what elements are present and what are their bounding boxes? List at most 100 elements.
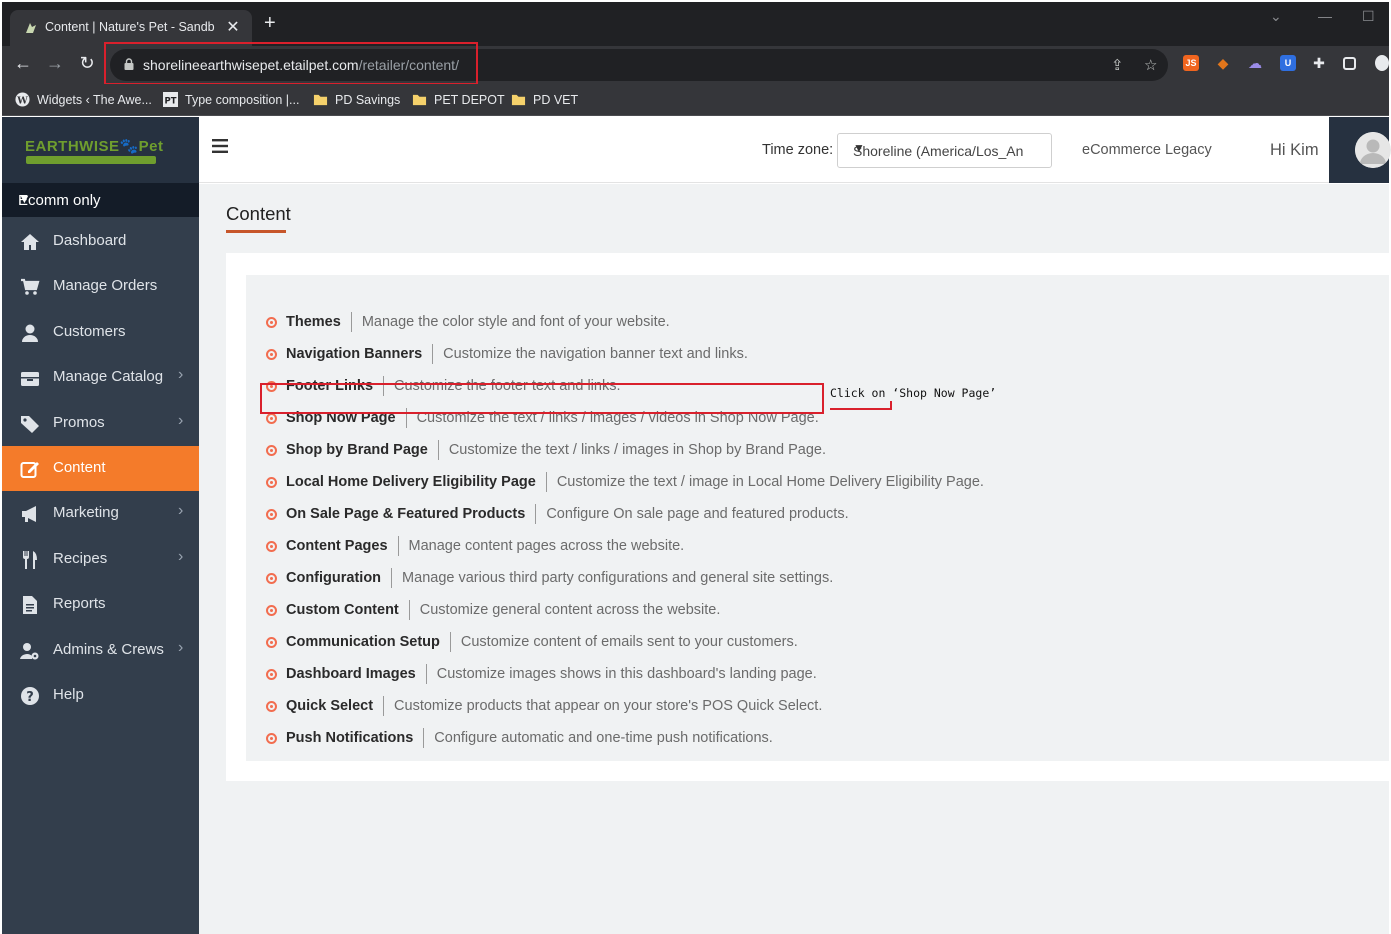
content-item-name[interactable]: On Sale Page & Featured Products (286, 506, 525, 522)
content-item-push-notifications[interactable]: Push Notifications Configure automatic an… (266, 727, 773, 749)
content-item-name[interactable]: Dashboard Images (286, 666, 416, 682)
new-tab-button[interactable]: + (264, 12, 276, 35)
content-item-configuration[interactable]: Configuration Manage various third party … (266, 567, 833, 589)
separator (383, 696, 385, 716)
hamburger-menu-icon[interactable] (212, 139, 228, 153)
sidebar-item-content[interactable]: Content (2, 445, 199, 492)
maximize-icon[interactable]: ☐ (1362, 8, 1375, 25)
folder-icon (511, 94, 526, 106)
logo[interactable]: EARTHWISE🐾Pet (2, 117, 199, 183)
content-item-desc: Customize general content across the web… (419, 602, 721, 618)
reload-icon[interactable]: ↻ (76, 53, 98, 74)
bullet-icon (266, 700, 277, 712)
sidebar-item-label: Recipes (53, 549, 108, 567)
store-selector[interactable]: Ecomm only ▼ (2, 183, 199, 217)
url-highlight-box (104, 42, 478, 85)
tab-search-chevron-icon[interactable]: ⌄ (1270, 8, 1282, 25)
content-item-name[interactable]: Configuration (286, 570, 381, 586)
content-item-themes[interactable]: Themes Manage the color style and font of… (266, 311, 670, 333)
shield-extension-icon[interactable]: U (1280, 55, 1296, 71)
content-item-navigation-banners[interactable]: Navigation Banners Customize the navigati… (266, 343, 748, 365)
browser-tab[interactable]: Content | Nature's Pet - Sandbo: ✕ (10, 10, 252, 46)
timezone-label: Time zone: (762, 142, 834, 158)
content-item-shop-by-brand-page[interactable]: Shop by Brand Page Customize the text / l… (266, 439, 826, 461)
sidebar-item-manage-orders[interactable]: Manage Orders (2, 264, 199, 309)
bookmark-item[interactable]: PET DEPOT (412, 92, 505, 107)
avatar[interactable] (1355, 132, 1391, 168)
content-item-local-home-delivery[interactable]: Local Home Delivery Eligibility Page Cust… (266, 471, 984, 493)
tab-close-icon[interactable]: ✕ (224, 17, 242, 37)
svg-text:PT: PT (165, 95, 177, 105)
bookmark-item[interactable]: PD VET (511, 92, 578, 107)
bookmark-item[interactable]: PT Type composition |... (163, 92, 299, 107)
bullet-icon (266, 444, 277, 456)
user-icon (22, 324, 38, 342)
content-item-quick-select[interactable]: Quick Select Customize products that appe… (266, 695, 822, 717)
side-panel-icon[interactable] (1343, 57, 1356, 70)
separator (425, 664, 427, 684)
content-item-name[interactable]: Push Notifications (286, 730, 413, 746)
js-extension-icon[interactable]: JS (1183, 55, 1199, 71)
sidebar-item-promos[interactable]: Promos › (2, 401, 199, 446)
user-menu[interactable] (1329, 117, 1391, 183)
content-item-dashboard-images[interactable]: Dashboard Images Customize images shows i… (266, 663, 817, 685)
sidebar-item-help[interactable]: ? Help (2, 673, 199, 718)
back-icon[interactable]: ← (12, 53, 34, 74)
content-item-name[interactable]: Communication Setup (286, 634, 440, 650)
chevron-down-icon: ▼ (853, 141, 865, 155)
content-item-name[interactable]: Shop by Brand Page (286, 442, 428, 458)
content-item-name[interactable]: Custom Content (286, 602, 399, 618)
sidebar-item-admins-crews[interactable]: Admins & Crews › (2, 628, 199, 673)
content-item-on-sale-page[interactable]: On Sale Page & Featured Products Configur… (266, 503, 849, 525)
separator (423, 728, 425, 748)
ecommerce-legacy-link[interactable]: eCommerce Legacy (1082, 142, 1212, 158)
separator (449, 632, 451, 652)
cloud-extension-icon[interactable]: ☁ (1247, 55, 1263, 71)
content-item-desc: Customize the text / image in Local Home… (556, 474, 984, 490)
sidebar-item-recipes[interactable]: Recipes › (2, 537, 199, 582)
sidebar-item-marketing[interactable]: Marketing › (2, 491, 199, 536)
tag-icon (21, 415, 39, 433)
content-item-desc: Manage content pages across the website. (408, 538, 685, 554)
content-item-custom-content[interactable]: Custom Content Customize general content … (266, 599, 720, 621)
content-item-name[interactable]: Content Pages (286, 538, 388, 554)
svg-text:W: W (16, 95, 28, 106)
bookmark-label: Widgets ‹ The Awe... (37, 92, 152, 107)
bullet-icon (266, 636, 277, 648)
profile-icon[interactable] (1375, 55, 1389, 71)
content-item-name[interactable]: Local Home Delivery Eligibility Page (286, 474, 536, 490)
metamask-extension-icon[interactable]: ◆ (1215, 55, 1231, 71)
content-list: Themes Manage the color style and font of… (246, 275, 1389, 761)
bullet-icon (266, 540, 277, 552)
bookmark-item[interactable]: PD Savings (313, 92, 400, 107)
content-item-content-pages[interactable]: Content Pages Manage content pages across… (266, 535, 684, 557)
sidebar-item-customers[interactable]: Customers (2, 310, 199, 355)
share-icon[interactable]: ⇪ (1111, 56, 1124, 74)
sidebar-item-manage-catalog[interactable]: Manage Catalog › (2, 355, 199, 400)
extensions-puzzle-icon[interactable]: ✚ (1311, 55, 1327, 71)
pt-icon: PT (163, 92, 178, 107)
timezone-select[interactable]: Shoreline (America/Los_Angeles) ▼ (837, 133, 1052, 168)
content-item-desc: Customize products that appear on your s… (394, 698, 823, 714)
separator (408, 600, 410, 620)
sidebar-item-dashboard[interactable]: Dashboard (2, 219, 199, 264)
content-item-name[interactable]: Quick Select (286, 698, 373, 714)
bullet-icon (266, 668, 277, 680)
megaphone-icon (22, 506, 36, 523)
bullet-icon (266, 412, 277, 424)
logo-mark: EARTHWISE🐾Pet (25, 138, 164, 155)
user-greeting[interactable]: Hi Kim (1270, 141, 1319, 160)
content-item-communication-setup[interactable]: Communication Setup Customize content of … (266, 631, 798, 653)
sidebar-item-label: Marketing (53, 504, 119, 522)
forward-icon[interactable]: → (44, 53, 66, 74)
separator (350, 312, 352, 332)
bookmark-item[interactable]: W Widgets ‹ The Awe... (15, 92, 152, 107)
bookmarks-bar: W Widgets ‹ The Awe... PT Type compositi… (2, 84, 1389, 116)
shop-now-highlight-box (260, 383, 824, 414)
content-item-name[interactable]: Themes (286, 314, 341, 330)
sidebar-item-label: Dashboard (53, 232, 127, 249)
bookmark-star-icon[interactable]: ☆ (1144, 56, 1157, 74)
sidebar-item-reports[interactable]: Reports (2, 582, 199, 627)
content-item-name[interactable]: Navigation Banners (286, 346, 422, 362)
minimize-icon[interactable]: — (1318, 8, 1332, 24)
